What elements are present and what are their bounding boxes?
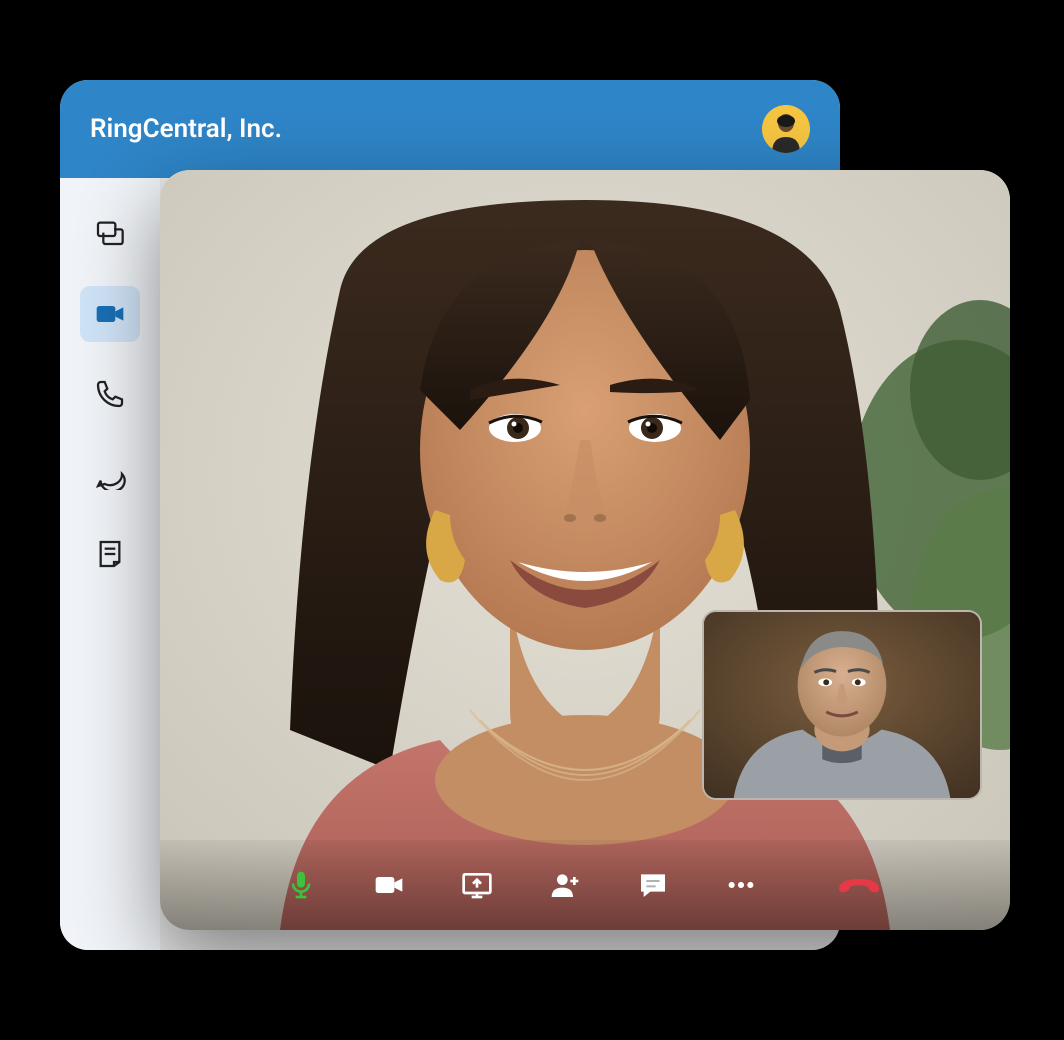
remote-video-image [160, 170, 1010, 930]
notes-icon [94, 538, 126, 570]
user-avatar[interactable] [762, 105, 810, 153]
video-icon [94, 298, 126, 330]
sidebar-item-chat[interactable] [80, 446, 140, 502]
video-call-toolbar [160, 840, 1010, 930]
self-view-video[interactable] [702, 610, 982, 800]
add-person-icon [549, 869, 581, 901]
app-title: RingCentral, Inc. [90, 114, 282, 144]
end-call-icon [835, 871, 883, 899]
chat-message-icon [637, 869, 669, 901]
mute-button[interactable] [279, 863, 323, 907]
sidebar-item-messages[interactable] [80, 206, 140, 262]
end-call-button[interactable] [827, 868, 891, 902]
video-call-window [160, 170, 1010, 930]
app-header: RingCentral, Inc. [60, 80, 840, 178]
chat-button[interactable] [631, 863, 675, 907]
remote-participant-video [160, 170, 1010, 930]
more-options-button[interactable] [719, 863, 763, 907]
more-icon [725, 869, 757, 901]
microphone-icon [285, 869, 317, 901]
sidebar-item-notes[interactable] [80, 526, 140, 582]
sidebar-item-phone[interactable] [80, 366, 140, 422]
phone-icon [94, 378, 126, 410]
camera-button[interactable] [367, 863, 411, 907]
sidebar [60, 178, 160, 950]
chat-icon [94, 458, 126, 490]
avatar-image [762, 105, 810, 153]
add-participant-button[interactable] [543, 863, 587, 907]
screen-share-button[interactable] [455, 863, 499, 907]
camera-icon [373, 869, 405, 901]
messages-icon [94, 218, 126, 250]
self-view-image [704, 612, 980, 798]
sidebar-item-video[interactable] [80, 286, 140, 342]
screen-share-icon [461, 869, 493, 901]
